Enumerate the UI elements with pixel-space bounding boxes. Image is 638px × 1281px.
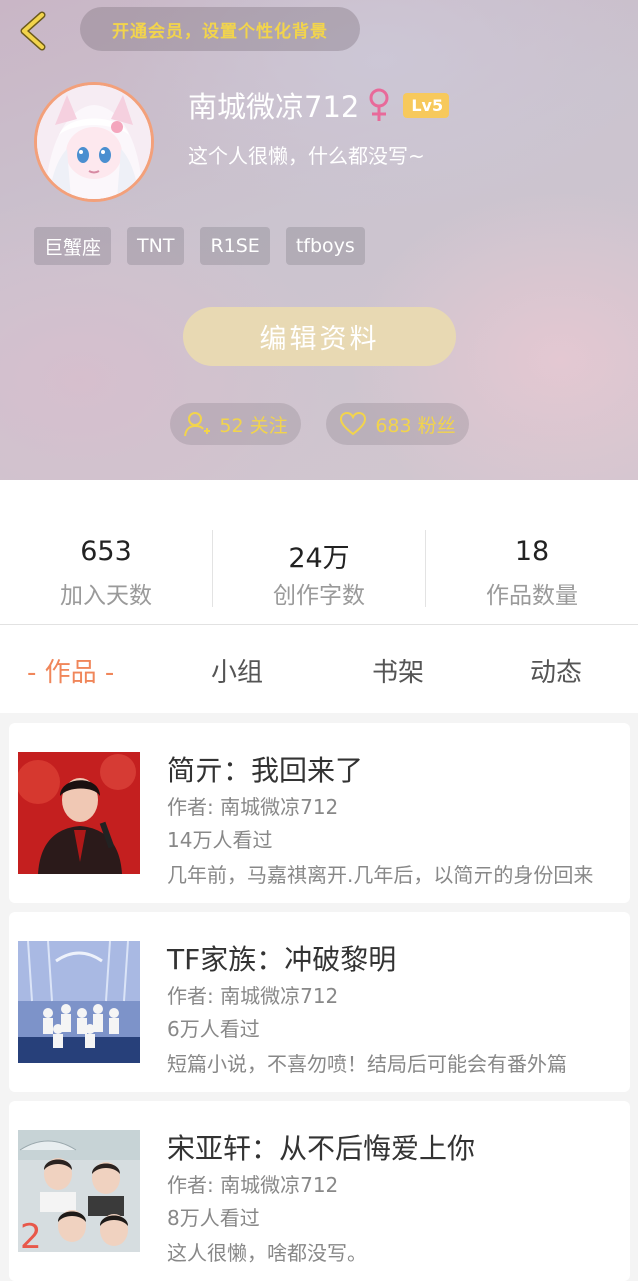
add-user-icon <box>184 412 211 437</box>
avatar[interactable] <box>34 82 154 202</box>
work-title: TF家族：冲破黎明 <box>167 943 397 976</box>
tag-item[interactable]: TNT <box>127 227 185 265</box>
back-button[interactable] <box>14 8 58 54</box>
stat-label: 加入天数 <box>60 583 152 609</box>
following-button[interactable]: 52 关注 <box>170 403 301 445</box>
work-description: 几年前，马嘉祺离开.几年后，以简亓的身份回来 <box>167 863 594 887</box>
stat-value: 24万 <box>288 543 350 574</box>
tab-groups[interactable]: 小组 <box>211 652 263 689</box>
stat-label: 创作字数 <box>273 583 365 609</box>
fans-count: 683 粉丝 <box>375 414 456 437</box>
work-cover-image <box>18 752 140 874</box>
work-description: 短篇小说，不喜勿喷！结局后可能会有番外篇 <box>167 1052 567 1076</box>
stat-label: 作品数量 <box>486 583 578 609</box>
divider <box>212 530 213 607</box>
avatar-image <box>37 85 151 199</box>
profile-header: 开通会员，设置个性化背景 南城微凉712 Lv5 这个人很懒，什么都没写~ 巨蟹… <box>0 0 638 480</box>
work-card[interactable]: 2 宋亚轩：从不后悔爱上你 作者: 南城微凉712 8万人看过 这人很懒，啥都没… <box>9 1101 630 1281</box>
tab-bar: - 作品 - 小组 书架 动态 <box>0 625 638 713</box>
work-views: 6万人看过 <box>167 1017 260 1041</box>
work-cover-image <box>18 941 140 1063</box>
work-author: 作者: 南城微凉712 <box>167 795 339 819</box>
level-badge: Lv5 <box>403 92 450 118</box>
stat-value: 653 <box>80 536 132 567</box>
edit-profile-button[interactable]: 编辑资料 <box>183 307 456 366</box>
tab-bookshelf[interactable]: 书架 <box>372 652 424 689</box>
work-author: 作者: 南城微凉712 <box>167 984 339 1008</box>
tab-feed[interactable]: 动态 <box>530 652 582 689</box>
username: 南城微凉712 <box>188 90 360 124</box>
tab-works[interactable]: - 作品 - <box>27 652 114 689</box>
svg-text:2: 2 <box>20 1217 42 1252</box>
divider <box>425 530 426 607</box>
username-row: 南城微凉712 Lv5 <box>188 84 450 126</box>
work-card[interactable]: TF家族：冲破黎明 作者: 南城微凉712 6万人看过 短篇小说，不喜勿喷！结局… <box>9 912 630 1092</box>
work-views: 14万人看过 <box>167 828 273 852</box>
vip-background-banner[interactable]: 开通会员，设置个性化背景 <box>80 7 360 51</box>
work-card[interactable]: 简亓：我回来了 作者: 南城微凉712 14万人看过 几年前，马嘉祺离开.几年后… <box>9 723 630 903</box>
following-count: 52 关注 <box>219 414 288 437</box>
work-views: 8万人看过 <box>167 1206 260 1230</box>
female-gender-icon <box>369 88 389 121</box>
tag-item[interactable]: tfboys <box>285 227 365 265</box>
stat-value: 18 <box>514 536 550 567</box>
heart-icon <box>340 411 367 436</box>
tag-item[interactable]: R1SE <box>200 227 270 265</box>
chevron-left-icon <box>20 11 46 51</box>
work-description: 这人很懒，啥都没写。 <box>167 1241 367 1265</box>
fans-button[interactable]: 683 粉丝 <box>326 403 469 445</box>
stats-panel: 653 加入天数 24万 创作字数 18 作品数量 <box>0 480 638 624</box>
work-title: 简亓：我回来了 <box>167 754 364 787</box>
tag-item[interactable]: 巨蟹座 <box>34 227 112 265</box>
work-title: 宋亚轩：从不后悔爱上你 <box>167 1132 476 1165</box>
work-cover-image: 2 <box>18 1130 140 1252</box>
tag-list: 巨蟹座 TNT R1SE tfboys <box>34 227 365 265</box>
user-bio: 这个人很懒，什么都没写~ <box>188 144 425 168</box>
work-author: 作者: 南城微凉712 <box>167 1173 339 1197</box>
